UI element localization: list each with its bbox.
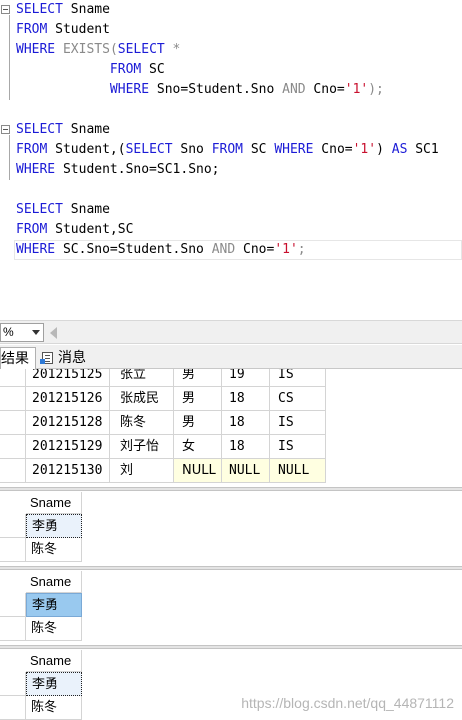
- tab-results[interactable]: 结果: [0, 347, 36, 369]
- scroll-left-icon[interactable]: [50, 327, 57, 339]
- code-line: WHERE SC.Sno=Student.Sno AND Cno='1';: [16, 242, 306, 257]
- code-line: FROM Student,(SELECT Sno FROM SC WHERE C…: [16, 142, 439, 157]
- table-row[interactable]: 201215125 张立 男 19 IS: [0, 369, 326, 387]
- results-tab-bar: 结果 消息: [0, 345, 462, 369]
- code-line: FROM SC: [109, 62, 165, 77]
- grid-splitter[interactable]: [0, 645, 462, 649]
- row-header[interactable]: [0, 459, 26, 483]
- result-grid-1[interactable]: 201215125 张立 男 19 IS 201215126 张成民 男 18 …: [0, 369, 462, 487]
- cell-sdept[interactable]: IS: [270, 435, 326, 459]
- row-header[interactable]: [0, 593, 26, 617]
- table-row[interactable]: 201215130 刘 NULL NULL NULL: [0, 459, 326, 483]
- cell-sname[interactable]: 刘: [110, 459, 174, 483]
- cell-sname[interactable]: 陈冬: [110, 411, 174, 435]
- result-grid-3[interactable]: Sname 李勇 陈冬: [0, 571, 462, 645]
- code-line: SELECT Sname: [16, 122, 110, 137]
- chevron-down-icon[interactable]: [32, 330, 40, 335]
- cell-sdept[interactable]: IS: [270, 411, 326, 435]
- cell-sno[interactable]: 201215129: [26, 435, 110, 459]
- cell-sage-null[interactable]: NULL: [222, 459, 270, 483]
- code-line: SELECT Sname: [16, 2, 110, 17]
- zoom-select[interactable]: %: [0, 323, 44, 342]
- cell-sage[interactable]: 18: [222, 411, 270, 435]
- zoom-toolbar: %: [0, 320, 462, 344]
- messages-icon: [40, 352, 53, 364]
- sql-editor[interactable]: SELECT Sname FROM Student WHERE EXISTS(S…: [0, 0, 462, 310]
- column-header-sname[interactable]: Sname: [26, 650, 82, 672]
- code-line: WHERE EXISTS(SELECT *: [16, 42, 181, 57]
- column-header-sname[interactable]: Sname: [26, 571, 82, 593]
- cell-sno[interactable]: 201215125: [26, 369, 110, 387]
- tab-messages-label: 消息: [58, 349, 86, 365]
- row-header[interactable]: [0, 369, 26, 387]
- collapse-query2-icon[interactable]: [1, 125, 10, 134]
- cell-ssex[interactable]: 女: [174, 435, 222, 459]
- table-row[interactable]: 201215126 张成民 男 18 CS: [0, 387, 326, 411]
- row-header[interactable]: [0, 514, 26, 538]
- code-line: FROM Student,SC: [16, 222, 134, 237]
- cell-sname[interactable]: 刘子怡: [110, 435, 174, 459]
- result-grid-2[interactable]: Sname 李勇 陈冬: [0, 492, 462, 566]
- cell-sname-selected[interactable]: 李勇: [26, 593, 82, 617]
- fold-guide-line: [9, 135, 10, 180]
- row-header[interactable]: [0, 672, 26, 696]
- cell-sage[interactable]: 19: [222, 369, 270, 387]
- cell-sname[interactable]: 张成民: [110, 387, 174, 411]
- cell-sname-selected[interactable]: 李勇: [26, 514, 82, 538]
- cell-sdept-null[interactable]: NULL: [270, 459, 326, 483]
- row-header[interactable]: [0, 696, 26, 720]
- row-header[interactable]: [0, 617, 26, 641]
- cell-ssex[interactable]: 男: [174, 387, 222, 411]
- collapse-query1-icon[interactable]: [1, 5, 10, 14]
- cell-sno[interactable]: 201215128: [26, 411, 110, 435]
- row-header[interactable]: [0, 387, 26, 411]
- tab-results-label: 结果: [1, 350, 29, 366]
- grid-splitter[interactable]: [0, 566, 462, 570]
- row-header[interactable]: [0, 538, 26, 562]
- code-line: FROM Student: [16, 22, 110, 37]
- cell-sdept[interactable]: IS: [270, 369, 326, 387]
- code-line: WHERE Student.Sno=SC1.Sno;: [16, 162, 220, 177]
- cell-sname[interactable]: 陈冬: [26, 696, 82, 720]
- cell-ssex-null[interactable]: NULL: [174, 459, 222, 483]
- row-header[interactable]: [0, 435, 26, 459]
- fold-guide-line: [9, 15, 10, 100]
- watermark: https://blog.csdn.net/qq_44871112: [241, 695, 454, 711]
- row-header[interactable]: [0, 411, 26, 435]
- cell-sname[interactable]: 陈冬: [26, 538, 82, 562]
- cell-sname[interactable]: 张立: [110, 369, 174, 387]
- cell-sage[interactable]: 18: [222, 387, 270, 411]
- table-row[interactable]: 201215129 刘子怡 女 18 IS: [0, 435, 326, 459]
- cell-ssex[interactable]: 男: [174, 411, 222, 435]
- cell-sage[interactable]: 18: [222, 435, 270, 459]
- tab-messages[interactable]: 消息: [40, 347, 100, 369]
- grid-splitter[interactable]: [0, 487, 462, 491]
- cell-sname[interactable]: 陈冬: [26, 617, 82, 641]
- code-line: WHERE Sno=Student.Sno AND Cno='1');: [109, 82, 384, 97]
- zoom-value: %: [3, 325, 14, 339]
- column-header-sname[interactable]: Sname: [26, 492, 82, 514]
- cell-sno[interactable]: 201215130: [26, 459, 110, 483]
- cell-sname-selected[interactable]: 李勇: [26, 672, 82, 696]
- code-line: SELECT Sname: [16, 202, 110, 217]
- table-row[interactable]: 201215128 陈冬 男 18 IS: [0, 411, 326, 435]
- cell-sdept[interactable]: CS: [270, 387, 326, 411]
- cell-ssex[interactable]: 男: [174, 369, 222, 387]
- cell-sno[interactable]: 201215126: [26, 387, 110, 411]
